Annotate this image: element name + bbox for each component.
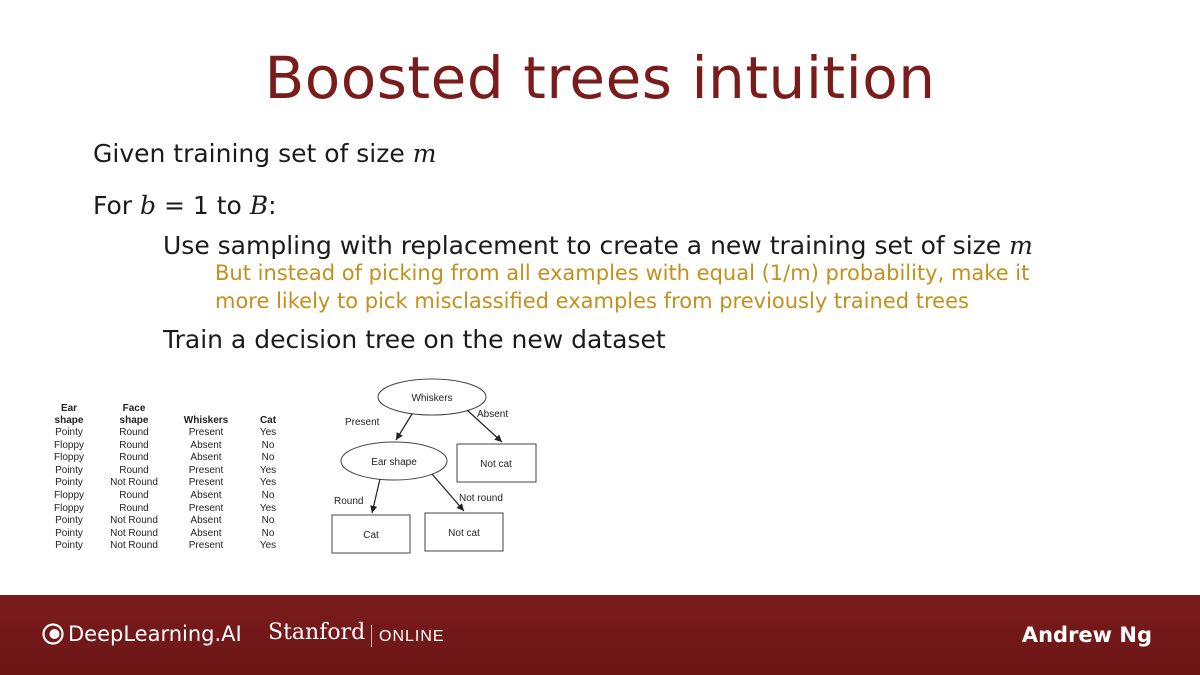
deeplearning-ai-logo: DeepLearning.AI (42, 622, 242, 646)
table-cell: Not Round (110, 477, 158, 489)
header-ear-shape: Ear shape (54, 403, 84, 426)
table-cell: Yes (259, 464, 277, 476)
table-cell: Round (119, 489, 149, 501)
slide: Boosted trees intuition Given training s… (0, 0, 1200, 595)
slide-title: Boosted trees intuition (264, 44, 936, 112)
brand-text: DeepLearning.AI (68, 622, 242, 646)
table-cell: Round (119, 464, 149, 476)
edge-round (370, 478, 381, 514)
table-row: Pointy Not Round Present Yes (40, 477, 294, 490)
table-cell: Absent (190, 452, 222, 464)
table-cell: Not Round (110, 540, 158, 552)
table-row: Floppy Round Absent No (40, 440, 294, 453)
table-cell: Yes (259, 540, 277, 552)
table-cell: No (261, 527, 275, 539)
deeplearning-ai-icon (42, 623, 64, 645)
table-cell: Pointy (55, 540, 83, 552)
train-line: Train a decision tree on the new dataset (163, 325, 666, 354)
var-m: m (412, 139, 437, 168)
table-row: Floppy Round Absent No (40, 490, 294, 503)
table-cell: No (261, 439, 275, 451)
table-cell: Yes (259, 477, 277, 489)
not-cat-leaf-right-label: Not cat (480, 459, 512, 470)
root-label: Whiskers (411, 393, 452, 404)
table-cell: Pointy (55, 515, 83, 527)
decision-tree: Whiskers Present Absent Ear shape Not ca… (331, 378, 537, 554)
table-header-row: Ear shape Face shape Whiskers Cat (40, 401, 294, 427)
edge-absent-label: Absent (477, 409, 508, 420)
for-prefix: For (93, 191, 141, 220)
table-row: Floppy Round Present Yes (40, 503, 294, 516)
var-b: b (140, 191, 157, 220)
note-line-1: But instead of picking from all examples… (215, 261, 1030, 285)
online-label: ONLINE (379, 628, 445, 645)
table-cell: No (261, 452, 275, 464)
table-cell: Absent (190, 489, 222, 501)
table-cell: Pointy (55, 527, 83, 539)
var-B: B (249, 191, 269, 220)
table-cell: Absent (190, 515, 222, 527)
table-cell: Present (188, 477, 224, 489)
table-cell: Round (119, 427, 149, 438)
edge-present-label: Present (345, 417, 380, 428)
edge-not-round-label: Not round (459, 493, 503, 504)
edge-present (395, 413, 413, 441)
table-cell: Present (188, 464, 224, 476)
stanford-wordmark: Stanford (268, 620, 366, 645)
header-face-shape: Face shape (119, 403, 149, 426)
for-suffix: : (268, 191, 277, 220)
cat-leaf-label: Cat (363, 530, 379, 541)
for-middle: = 1 to (156, 191, 250, 220)
footer-divider (371, 625, 372, 647)
table-cell: Floppy (53, 502, 84, 514)
table-row: Pointy Not Round Absent No (40, 528, 294, 541)
table-cell: Yes (259, 427, 277, 438)
table-cell: Pointy (55, 477, 83, 489)
sampling-line: Use sampling with replacement to create … (163, 231, 1033, 260)
given-text: Given training set of size (93, 139, 413, 168)
table-cell: Yes (259, 502, 277, 514)
presenter-name: Andrew Ng (1021, 623, 1152, 647)
sampling-text: Use sampling with replacement to create … (163, 231, 1010, 260)
table-cell: Not Round (110, 527, 158, 539)
table-row: Pointy Round Present Yes (40, 427, 294, 440)
table-cell: No (261, 515, 275, 527)
note-line-2: more likely to pick misclassified exampl… (215, 289, 969, 313)
for-loop-line: For b = 1 to B: (93, 191, 277, 220)
table-cell: Round (119, 439, 149, 451)
table-cell: Present (188, 427, 224, 438)
table-row: Pointy Round Present Yes (40, 465, 294, 478)
table-cell: Floppy (53, 489, 84, 501)
table-cell: Not Round (110, 515, 158, 527)
training-table: Ear shape Face shape Whiskers Cat Pointy Ro… (40, 401, 294, 553)
table-cell: Present (188, 502, 224, 514)
table-cell: Pointy (55, 464, 83, 476)
header-cat: Cat (259, 415, 277, 426)
table-cell: Absent (190, 439, 222, 451)
table-cell: Floppy (53, 452, 84, 464)
edge-round-label: Round (334, 496, 363, 507)
table-cell: Present (188, 540, 224, 552)
ear-shape-label: Ear shape (371, 457, 417, 468)
table-cell: Floppy (53, 439, 84, 451)
table-cell: Absent (190, 527, 222, 539)
not-cat-leaf-label: Not cat (448, 528, 480, 539)
var-m-2: m (1009, 231, 1033, 260)
table-cell: Round (119, 452, 149, 464)
table-row: Pointy Not Round Absent No (40, 515, 294, 528)
header-whiskers: Whiskers (183, 415, 229, 426)
given-line: Given training set of size m (93, 139, 436, 168)
table-cell: Round (119, 502, 149, 514)
table-row: Floppy Round Absent No (40, 452, 294, 465)
table-cell: No (261, 489, 275, 501)
table-row: Pointy Not Round Present Yes (40, 540, 294, 553)
table-cell: Pointy (55, 427, 83, 438)
